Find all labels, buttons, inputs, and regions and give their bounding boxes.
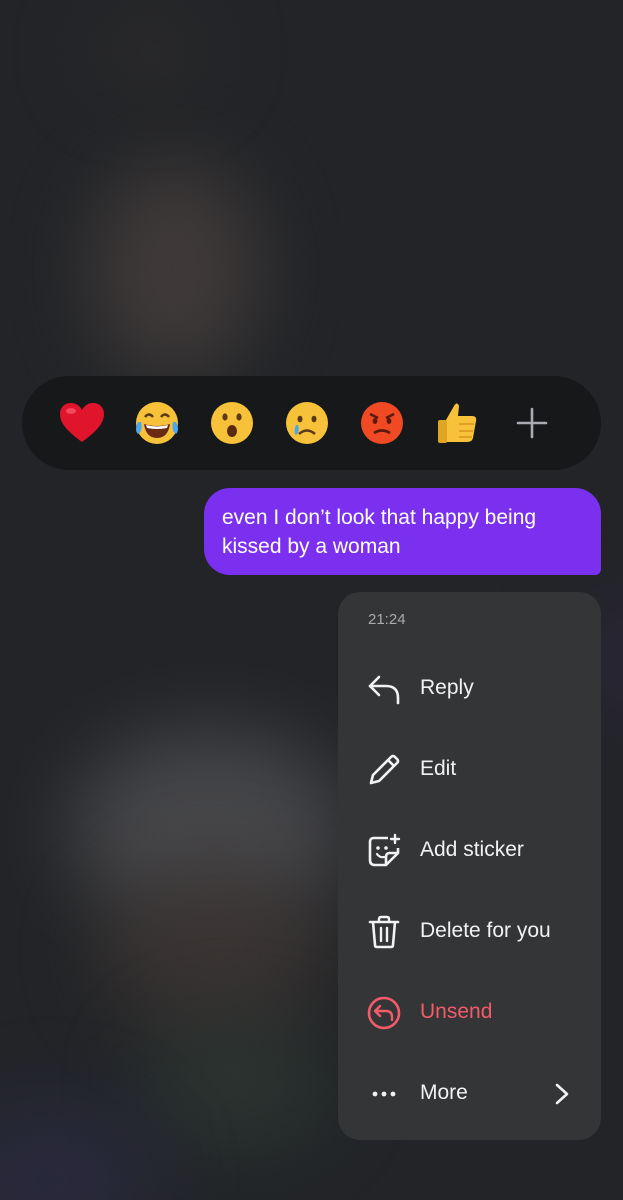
reply-icon <box>368 675 400 705</box>
delete-for-you-menu-item[interactable]: Delete for you <box>338 896 601 968</box>
edit-label: Edit <box>420 757 457 780</box>
chevron-right-icon <box>555 1083 569 1105</box>
message-context-menu: 21:24 Reply Edit Add sticker Delete for … <box>338 592 601 1140</box>
sticker-icon <box>368 833 401 867</box>
unsend-label: Unsend <box>420 1000 493 1023</box>
heart-icon <box>60 403 104 442</box>
message-text: even I don’t look that happy being kisse… <box>222 506 537 558</box>
reply-label: Reply <box>420 676 474 699</box>
thumbs-up-reaction[interactable] <box>431 397 483 449</box>
add-sticker-menu-item[interactable]: Add sticker <box>338 815 601 887</box>
surprised-face-icon <box>211 402 253 444</box>
unsend-icon <box>367 996 401 1030</box>
more-label: More <box>420 1081 468 1104</box>
tears-of-joy-icon <box>136 402 178 444</box>
surprised-reaction[interactable] <box>206 397 258 449</box>
crying-reaction[interactable] <box>281 397 333 449</box>
message-timestamp: 21:24 <box>368 611 406 628</box>
angry-reaction[interactable] <box>356 397 408 449</box>
add-sticker-label: Add sticker <box>420 838 524 861</box>
tears-of-joy-reaction[interactable] <box>131 397 183 449</box>
trash-icon <box>368 915 400 949</box>
message-bubble[interactable]: even I don’t look that happy being kisse… <box>204 488 601 575</box>
edit-menu-item[interactable]: Edit <box>338 734 601 806</box>
thumbs-up-icon <box>438 403 477 443</box>
reaction-bar <box>22 376 601 470</box>
pencil-icon <box>369 754 400 785</box>
delete-for-you-label: Delete for you <box>420 919 551 942</box>
more-dots-icon <box>372 1091 396 1097</box>
heart-reaction[interactable] <box>56 397 108 449</box>
crying-face-icon <box>286 402 328 444</box>
more-menu-item[interactable]: More <box>338 1058 601 1130</box>
add-reaction-icon[interactable] <box>512 403 552 443</box>
reply-menu-item[interactable]: Reply <box>338 653 601 725</box>
unsend-menu-item[interactable]: Unsend <box>338 977 601 1049</box>
angry-face-icon <box>361 402 403 444</box>
